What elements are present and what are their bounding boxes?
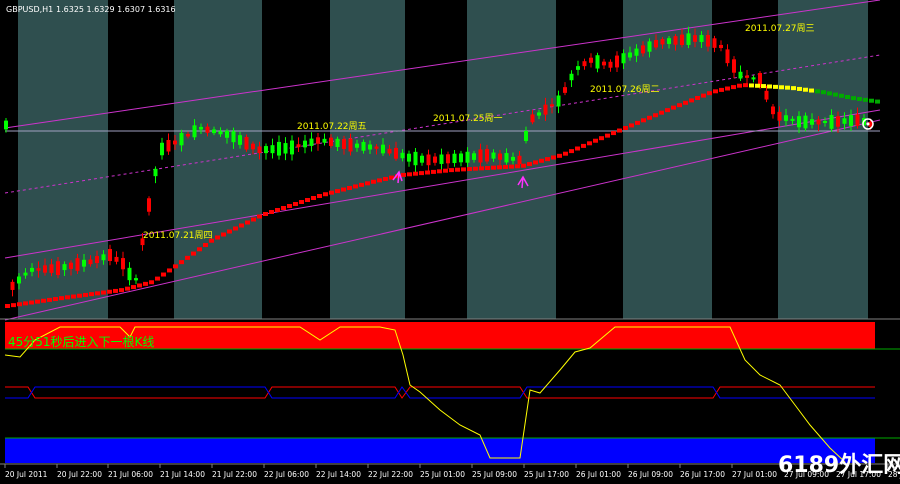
date-annotation: 2011.07.21周四 <box>143 230 213 241</box>
date-annotation: 2011.07.25周一 <box>433 113 503 124</box>
watermark: 6189外汇网 <box>778 452 900 478</box>
time-axis-label: 21 Jul 22:00 <box>212 470 257 479</box>
countdown-text: 45分51秒后进入下一根K线 <box>8 335 154 349</box>
time-axis-label: 26 Jul 01:00 <box>576 470 621 479</box>
time-axis-label: 22 Jul 22:00 <box>368 470 413 479</box>
date-annotation: 2011.07.26周二 <box>590 84 660 95</box>
time-axis-label: 26 Jul 09:00 <box>628 470 673 479</box>
time-axis-label: 25 Jul 17:00 <box>524 470 569 479</box>
time-axis-label: 20 Jul 22:00 <box>57 470 102 479</box>
time-axis-label: 25 Jul 01:00 <box>420 470 465 479</box>
chart-header-ohlc: 1.6325 1.6329 1.6307 1.6316 <box>56 5 176 14</box>
price-chart[interactable]: GBPUSD,H1 1.6325 1.6329 1.6307 1.6316 20… <box>0 0 900 484</box>
time-axis-label: 22 Jul 14:00 <box>316 470 361 479</box>
time-axis-label: 26 Jul 17:00 <box>680 470 725 479</box>
time-axis-label: 25 Jul 09:00 <box>472 470 517 479</box>
time-axis-label: 20 Jul 2011 <box>5 470 48 479</box>
time-axis-label: 21 Jul 14:00 <box>160 470 205 479</box>
time-axis-label: 27 Jul 01:00 <box>732 470 777 479</box>
chart-header-symbol: GBPUSD,H1 <box>6 5 53 14</box>
date-annotation: 2011.07.27周三 <box>745 23 815 34</box>
time-axis-label: 22 Jul 06:00 <box>264 470 309 479</box>
date-annotation: 2011.07.22周五 <box>297 121 367 132</box>
time-axis-label: 21 Jul 06:00 <box>108 470 153 479</box>
